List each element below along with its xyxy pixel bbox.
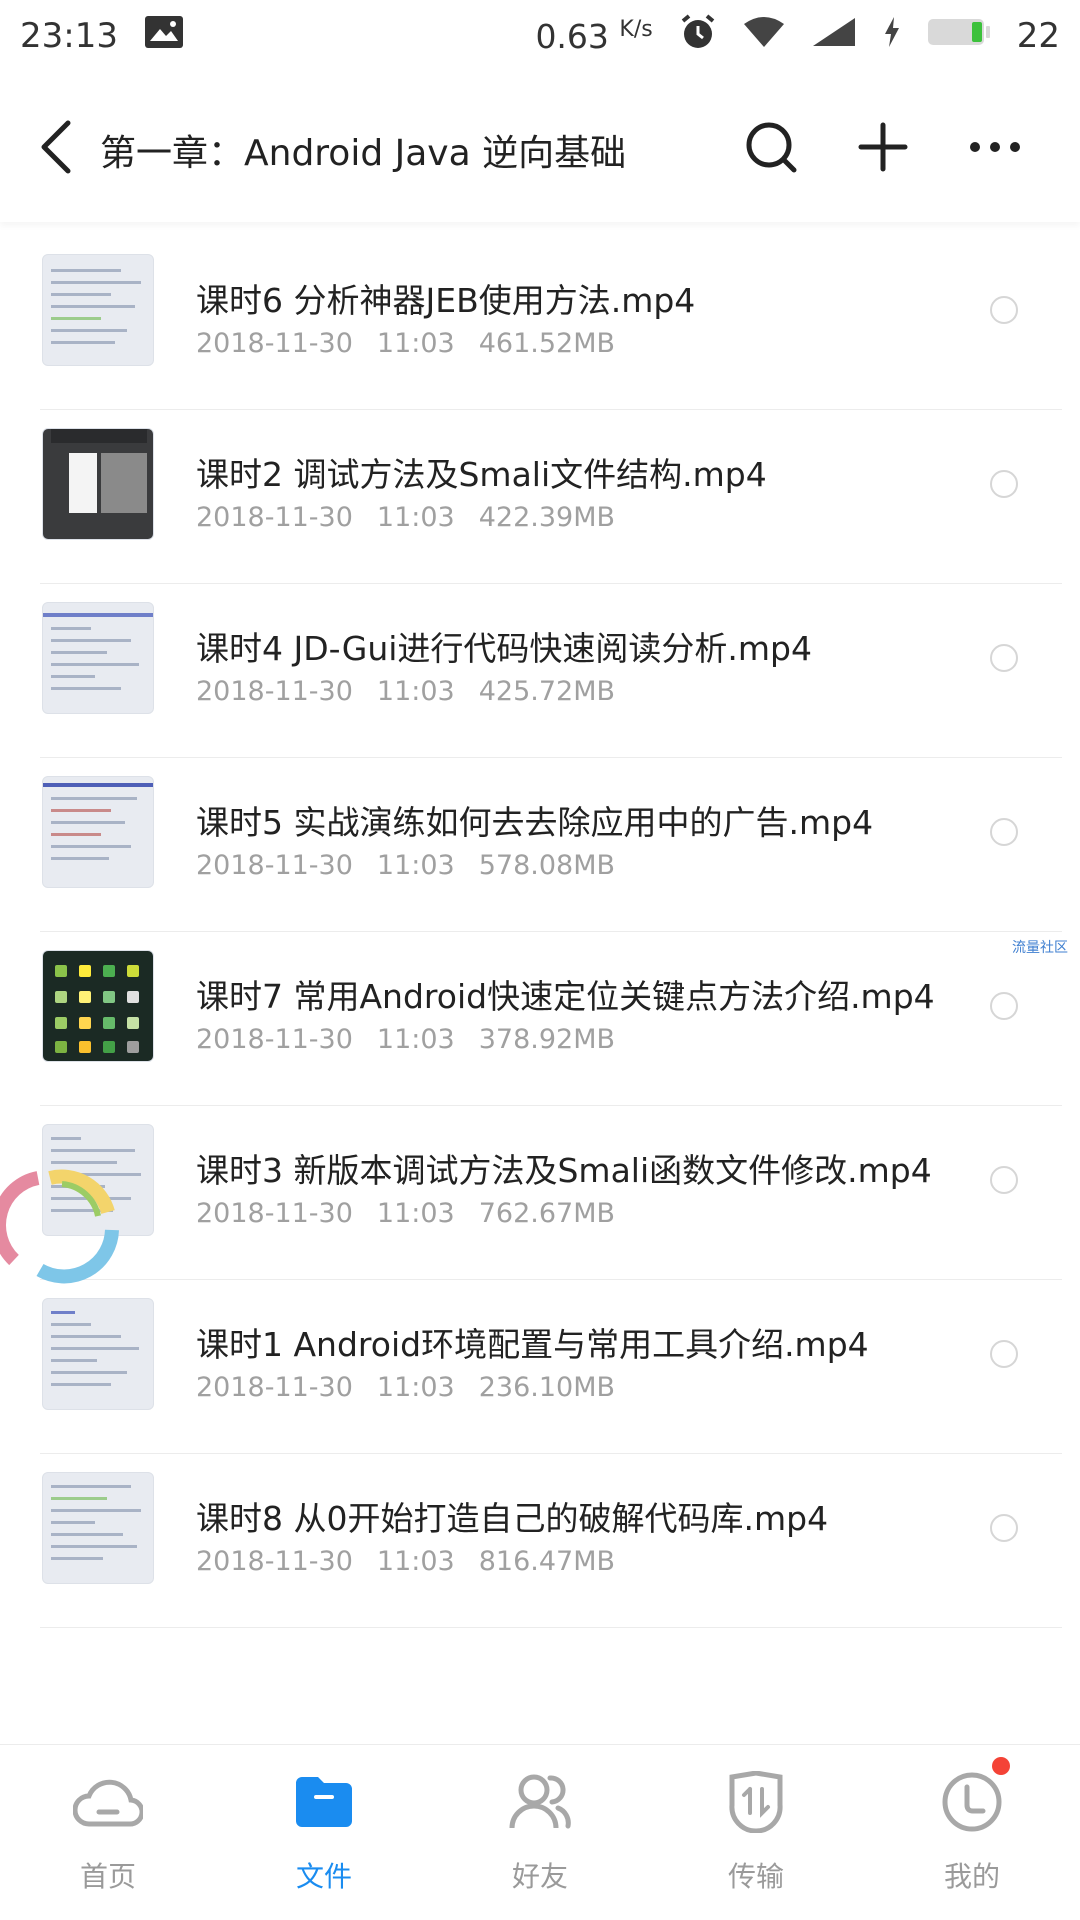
battery-icon	[927, 16, 991, 56]
net-speed: 0.63 K/s	[535, 16, 653, 56]
friends-icon	[500, 1767, 580, 1837]
video-thumbnail	[42, 776, 154, 888]
file-name: 课时8 从0开始打造自己的破解代码库.mp4	[196, 1499, 829, 1538]
signal-icon	[811, 16, 857, 57]
chevron-left-icon	[41, 120, 71, 174]
top-app-bar: 第一章：Android Java 逆向基础	[0, 72, 1080, 222]
select-checkbox[interactable]	[990, 992, 1018, 1020]
video-thumbnail	[42, 1298, 154, 1410]
select-checkbox[interactable]	[990, 1166, 1018, 1194]
gallery-notification-icon	[144, 15, 184, 58]
status-time: 23:13	[20, 16, 118, 56]
watermark-text: 流量社区	[1012, 940, 1068, 956]
video-thumbnail	[42, 254, 154, 366]
file-row[interactable]: 课时6 分析神器JEB使用方法.mp4 2018-11-30 11:03 461.5…	[0, 236, 1080, 410]
file-row[interactable]: 课时4 JD-Gui进行代码快速阅读分析.mp4 2018-11-30 11:03…	[0, 584, 1080, 758]
file-row[interactable]: 课时1 Android环境配置与常用工具介绍.mp4 2018-11-30 11:…	[0, 1280, 1080, 1454]
page-title: 第一章：Android Java 逆向基础	[100, 133, 627, 174]
cloud-icon	[68, 1767, 148, 1837]
file-name: 课时2 调试方法及Smali文件结构.mp4	[196, 455, 767, 494]
file-meta: 2018-11-30 11:03 461.52MB	[196, 328, 616, 359]
alarm-icon	[679, 13, 717, 60]
select-checkbox[interactable]	[990, 1340, 1018, 1368]
file-meta: 2018-11-30 11:03 422.39MB	[196, 502, 616, 533]
more-icon	[970, 142, 1020, 152]
nav-label: 首页	[79, 1860, 136, 1893]
add-button[interactable]	[848, 112, 918, 182]
nav-friends[interactable]: 好友	[432, 1745, 648, 1920]
video-thumbnail	[42, 1472, 154, 1584]
file-list: 课时6 分析神器JEB使用方法.mp4 2018-11-30 11:03 461.5…	[0, 236, 1080, 1628]
file-name: 课时6 分析神器JEB使用方法.mp4	[196, 281, 696, 320]
file-meta: 2018-11-30 11:03 425.72MB	[196, 676, 616, 707]
file-name: 课时3 新版本调试方法及Smali函数文件修改.mp4	[196, 1151, 932, 1190]
transfer-icon	[716, 1767, 796, 1837]
file-name: 课时7 常用Android快速定位关键点方法介绍.mp4	[196, 977, 935, 1016]
file-row[interactable]: 课时2 调试方法及Smali文件结构.mp4 2018-11-30 11:03 42…	[0, 410, 1080, 584]
back-button[interactable]	[30, 112, 80, 182]
nav-label: 我的	[943, 1860, 1000, 1893]
bottom-nav: 首页 文件 好友 传输 我的	[0, 1744, 1080, 1920]
file-meta: 2018-11-30 11:03 378.92MB	[196, 1024, 616, 1055]
status-bar: 23:13 0.63 K/s 22	[0, 0, 1080, 72]
select-checkbox[interactable]	[990, 644, 1018, 672]
file-row[interactable]: 课时7 常用Android快速定位关键点方法介绍.mp4 2018-11-30 1…	[0, 932, 1080, 1106]
file-name: 课时4 JD-Gui进行代码快速阅读分析.mp4	[196, 629, 812, 668]
nav-label: 好友	[511, 1860, 568, 1893]
select-checkbox[interactable]	[990, 296, 1018, 324]
search-button[interactable]	[736, 112, 806, 182]
folder-icon	[284, 1767, 364, 1837]
file-meta: 2018-11-30 11:03 816.47MB	[196, 1546, 616, 1577]
nav-label: 传输	[727, 1860, 784, 1893]
nav-home[interactable]: 首页	[0, 1745, 216, 1920]
video-thumbnail	[42, 950, 154, 1062]
notification-dot	[992, 1757, 1010, 1775]
battery-level: 22	[1016, 16, 1060, 56]
wifi-icon	[743, 16, 785, 57]
file-row[interactable]: 课时3 新版本调试方法及Smali函数文件修改.mp4 2018-11-30 11…	[0, 1106, 1080, 1280]
file-name: 课时1 Android环境配置与常用工具介绍.mp4	[196, 1325, 869, 1364]
file-meta: 2018-11-30 11:03 236.10MB	[196, 1372, 616, 1403]
nav-transfer[interactable]: 传输	[648, 1745, 864, 1920]
more-button[interactable]	[960, 112, 1030, 182]
file-row[interactable]: 课时5 实战演练如何去去除应用中的广告.mp4 2018-11-30 11:03 5…	[0, 758, 1080, 932]
file-meta: 2018-11-30 11:03 578.08MB	[196, 850, 616, 881]
floating-ball-icon[interactable]	[0, 1160, 130, 1290]
select-checkbox[interactable]	[990, 818, 1018, 846]
profile-icon	[932, 1767, 1012, 1837]
file-row[interactable]: 课时8 从0开始打造自己的破解代码库.mp4 2018-11-30 11:03 81…	[0, 1454, 1080, 1628]
nav-files[interactable]: 文件	[216, 1745, 432, 1920]
search-icon	[746, 122, 797, 173]
plus-icon	[858, 122, 908, 172]
nav-label: 文件	[295, 1860, 352, 1893]
video-thumbnail	[42, 428, 154, 540]
nav-profile[interactable]: 我的	[864, 1745, 1080, 1920]
charging-icon	[883, 16, 901, 57]
video-thumbnail	[42, 602, 154, 714]
select-checkbox[interactable]	[990, 1514, 1018, 1542]
file-meta: 2018-11-30 11:03 762.67MB	[196, 1198, 616, 1229]
select-checkbox[interactable]	[990, 470, 1018, 498]
file-name: 课时5 实战演练如何去去除应用中的广告.mp4	[196, 803, 874, 842]
